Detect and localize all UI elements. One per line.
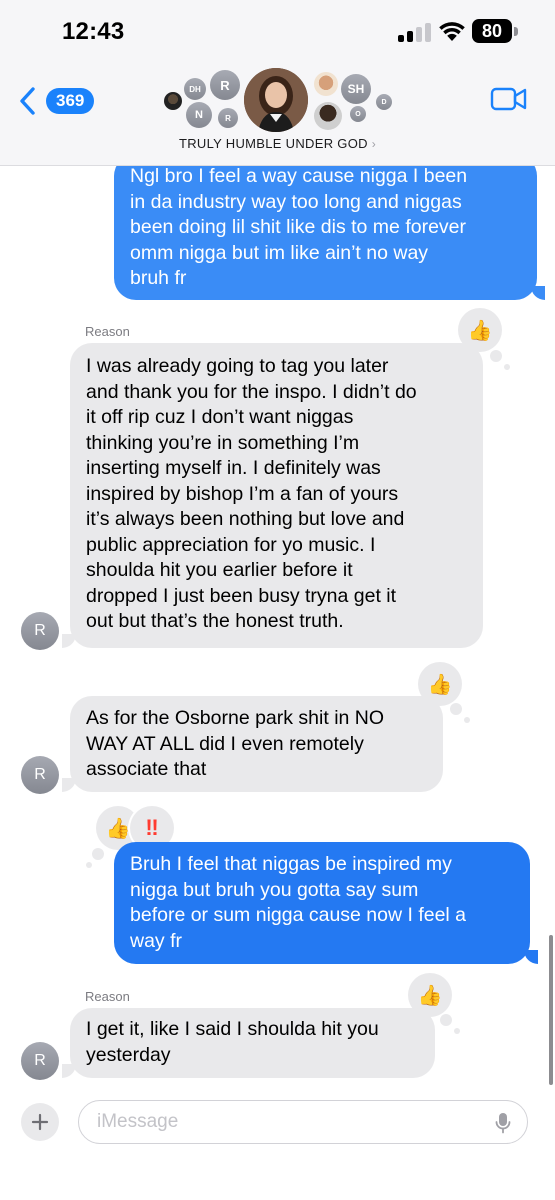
tapback-tail-dot: [490, 350, 502, 362]
tapback-tail-dot: [454, 1028, 460, 1034]
member-avatar-photo: [244, 68, 308, 132]
sender-name: Reason: [85, 324, 130, 339]
tapback-tail-dot: [504, 364, 510, 370]
message-line: been doing lil shit like dis to me forev…: [130, 216, 467, 238]
message-line: before or sum nigga cause now I feel a: [130, 904, 467, 926]
member-avatar-photo: [314, 72, 338, 96]
member-avatar: R: [218, 108, 238, 128]
message-line: way fr: [130, 929, 183, 952]
message-line: omm nigga but im like ain’t no way: [130, 241, 429, 264]
message-line: yesterday: [86, 1043, 171, 1066]
bubble-tail: [62, 1064, 76, 1078]
message-line: public appreciation for yo music. I: [86, 533, 376, 556]
bubble-tail: [531, 286, 545, 300]
message-line: shoulda hit you earlier before it: [86, 559, 353, 581]
message-line: I get it, like I said I shoulda hit you: [86, 1018, 379, 1040]
message-line: inserting myself in. I definitely was: [86, 457, 381, 479]
double-exclamation-icon: ‼: [145, 815, 159, 840]
bubble-tail: [62, 778, 76, 792]
thumbs-up-icon: 👍: [105, 817, 131, 840]
battery-level: 80: [472, 19, 512, 43]
sender-avatar[interactable]: R: [21, 1042, 59, 1080]
message-bubble-incoming[interactable]: I was already going to tag you later and…: [70, 343, 483, 648]
tapback-tail-dot: [450, 703, 462, 715]
message-bubble-incoming[interactable]: As for the Osborne park shit in NO WAY A…: [70, 696, 443, 792]
message-line: As for the Osborne park shit in NO: [86, 707, 385, 729]
cellular-signal-icon: [398, 23, 432, 42]
message-line: inspired by bishop I’m a fan of yours: [86, 482, 399, 505]
member-avatar: R: [210, 70, 240, 100]
message-bubble-incoming[interactable]: I get it, like I said I shoulda hit you …: [70, 1008, 435, 1078]
message-bubble-outgoing[interactable]: Ngl bro I feel a way cause nigga I been …: [114, 154, 537, 300]
chevron-right-icon: ›: [371, 137, 377, 151]
member-avatar-photo: [314, 102, 342, 130]
battery-icon: 80: [472, 19, 518, 43]
back-button[interactable]: 369: [18, 84, 95, 118]
group-avatars[interactable]: DH R N R SH O D: [158, 66, 398, 134]
message-line: it’s always been nothing but love and: [86, 508, 405, 530]
message-input-placeholder: iMessage: [97, 1111, 179, 1132]
tapback-tail-dot: [440, 1014, 452, 1026]
message-line: in da industry way too long and niggas: [130, 190, 462, 213]
microphone-icon[interactable]: [495, 1112, 511, 1134]
facetime-video-icon[interactable]: [490, 86, 528, 112]
wifi-icon: [439, 22, 465, 41]
bubble-tail: [524, 950, 538, 964]
member-avatar: SH: [341, 74, 371, 104]
message-line: WAY AT ALL did I even remotely: [86, 732, 364, 755]
sender-avatar[interactable]: R: [21, 756, 59, 794]
member-avatar: D: [376, 94, 392, 110]
message-line: out but that’s the honest truth.: [86, 610, 344, 632]
message-line: associate that: [86, 758, 207, 780]
apps-plus-button[interactable]: [21, 1103, 59, 1141]
group-title[interactable]: TRULY HUMBLE UNDER GOD ›: [0, 136, 555, 151]
group-name-text: TRULY HUMBLE UNDER GOD: [178, 136, 368, 151]
tapback-tail-dot: [464, 717, 470, 723]
conversation-header: 369 DH R N R SH O D TRULY HUMBLE UNDER G…: [0, 64, 555, 166]
message-line: nigga but bruh you gotta say sum: [130, 878, 419, 901]
scroll-indicator[interactable]: [549, 935, 553, 1085]
message-line: and thank you for the inspo. I didn’t do: [86, 380, 417, 403]
member-avatar: DH: [184, 78, 206, 100]
message-input[interactable]: iMessage: [78, 1100, 528, 1144]
message-line: Bruh I feel that niggas be inspired my: [130, 853, 452, 875]
clock: 12:43: [62, 18, 125, 45]
status-bar: 12:43 80: [0, 0, 555, 64]
message-line: bruh fr: [130, 267, 187, 289]
message-line: Ngl bro I feel a way cause nigga I been: [130, 165, 468, 187]
sender-avatar[interactable]: R: [21, 612, 59, 650]
message-line: I was already going to tag you later: [86, 355, 389, 377]
tapback-tail-dot: [86, 862, 92, 868]
thumbs-up-icon: 👍: [427, 673, 453, 696]
member-avatar-photo: [164, 92, 182, 110]
thumbs-up-icon: 👍: [417, 984, 443, 1007]
unread-count-badge: 369: [46, 88, 95, 114]
thumbs-up-icon: 👍: [467, 319, 493, 342]
sender-name: Reason: [85, 989, 130, 1004]
chevron-left-icon: [20, 87, 35, 115]
member-avatar: N: [186, 102, 212, 128]
plus-icon: [31, 1113, 49, 1131]
bubble-tail: [62, 634, 76, 648]
tapback-tail-dot: [92, 848, 104, 860]
message-line: dropped I just been busy tryna get it: [86, 584, 397, 607]
message-bubble-outgoing[interactable]: Bruh I feel that niggas be inspired my n…: [114, 842, 530, 964]
message-line: it off rip cuz I don’t want niggas: [86, 406, 354, 428]
message-line: thinking you’re in something I’m: [86, 431, 360, 454]
member-avatar: O: [350, 106, 366, 122]
